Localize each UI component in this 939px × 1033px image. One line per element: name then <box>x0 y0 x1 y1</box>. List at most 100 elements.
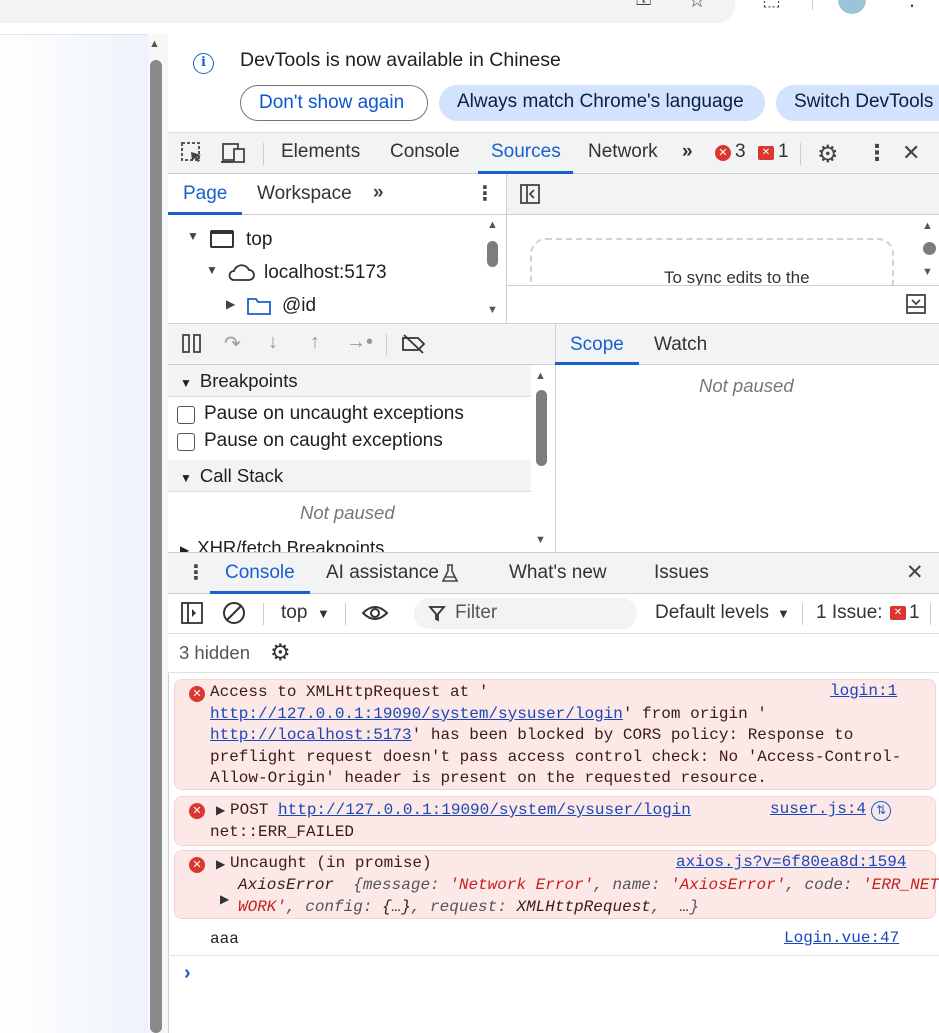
source-link[interactable]: login:1 <box>830 682 897 700</box>
error-count[interactable]: 3 <box>735 141 746 163</box>
frame-icon <box>210 230 234 248</box>
expand-arrow-icon[interactable]: ▶ <box>220 892 229 906</box>
device-toolbar-icon[interactable] <box>221 141 247 170</box>
collapse-arrow-icon[interactable]: ▶ <box>180 543 189 552</box>
tab-sources[interactable]: Sources <box>491 141 561 163</box>
issue-badge-icon[interactable]: ✕ <box>890 606 906 620</box>
step-out-icon[interactable]: ↑ <box>310 331 320 354</box>
navigator-menu-icon[interactable]: ⋮ <box>475 181 495 206</box>
console-prompt-input[interactable] <box>200 960 930 990</box>
drawer-tab-ai-assistance[interactable]: AI assistance <box>326 562 439 584</box>
expand-arrow-icon[interactable]: ▼ <box>180 376 192 390</box>
scroll-down-arrow-icon[interactable]: ▼ <box>487 304 498 316</box>
call-stack-title: Call Stack <box>199 465 284 486</box>
drawer-tab-whats-new[interactable]: What's new <box>509 562 607 584</box>
tree-item-top[interactable]: top <box>246 229 272 251</box>
xhr-section-header[interactable]: ▶ XHR/fetch Breakpoints <box>168 538 531 552</box>
tree-item-localhost[interactable]: localhost:5173 <box>264 262 387 284</box>
close-drawer-icon[interactable]: ✕ <box>906 560 924 585</box>
step-over-icon[interactable]: ↷ <box>224 331 241 356</box>
origin-url-link[interactable]: http://localhost:5173 <box>210 726 412 744</box>
expand-arrow-icon[interactable]: ▼ <box>180 471 192 485</box>
breakpoints-scrollbar-thumb[interactable] <box>536 390 547 466</box>
issue-count-icon[interactable]: ✕ <box>758 146 774 160</box>
tab-watch[interactable]: Watch <box>654 334 707 356</box>
tree-scrollbar-thumb[interactable] <box>487 241 498 267</box>
clear-console-icon[interactable] <box>222 601 246 630</box>
bookmark-star-icon[interactable]: ☆ <box>688 0 706 13</box>
scroll-up-arrow-icon[interactable]: ▲ <box>149 38 160 50</box>
levels-dropdown-icon[interactable]: ▼ <box>777 606 790 621</box>
console-settings-gear-icon[interactable]: ⚙ <box>270 639 291 666</box>
context-selector[interactable]: top <box>281 602 307 624</box>
scroll-up-arrow-icon[interactable]: ▲ <box>535 370 546 382</box>
pause-icon[interactable] <box>182 334 202 359</box>
expand-arrow-icon[interactable]: ▶ <box>216 857 225 871</box>
issues-label[interactable]: 1 Issue: <box>816 602 883 624</box>
drawer-tab-console[interactable]: Console <box>225 562 295 584</box>
tree-item-folder[interactable]: @id <box>282 295 316 317</box>
tab-network[interactable]: Network <box>588 141 658 163</box>
settings-gear-icon[interactable]: ⚙ <box>817 140 839 169</box>
deactivate-breakpoints-icon[interactable] <box>401 333 427 360</box>
source-link[interactable]: suser.js:4 <box>770 800 866 818</box>
source-link[interactable]: axios.js?v=6f80ea8d:1594 <box>676 853 906 871</box>
error-text: POST http://127.0.0.1:19090/system/sysus… <box>230 801 691 819</box>
error-object-preview: AxiosError {message: 'Network Error', na… <box>238 876 939 894</box>
switch-devtools-button[interactable]: Switch DevTools t <box>776 85 939 121</box>
tab-console[interactable]: Console <box>390 141 460 163</box>
step-icon[interactable]: →• <box>346 331 373 354</box>
tab-elements[interactable]: Elements <box>281 141 360 163</box>
error-count-icon[interactable]: ✕ <box>715 145 731 161</box>
toggle-debugger-sidebar-icon[interactable] <box>905 293 927 320</box>
scroll-down-arrow-icon[interactable]: ▼ <box>922 266 933 278</box>
address-bar[interactable] <box>0 0 735 23</box>
filter-input[interactable] <box>414 598 637 629</box>
expand-arrow-icon[interactable]: ▶ <box>216 803 225 817</box>
breakpoints-section-header[interactable]: ▼ Breakpoints <box>168 365 531 397</box>
dont-show-again-button[interactable]: Don't show again <box>240 85 428 121</box>
show-sidebar-icon[interactable] <box>180 601 204 630</box>
more-navigator-tabs-chevron-icon[interactable]: » <box>373 182 384 204</box>
scroll-up-arrow-icon[interactable]: ▲ <box>487 219 498 231</box>
more-tabs-chevron-icon[interactable]: » <box>682 141 693 163</box>
step-into-icon[interactable]: ↓ <box>268 331 278 354</box>
issue-count[interactable]: 1 <box>778 141 789 163</box>
request-url-link[interactable]: http://127.0.0.1:19090/system/sysuser/lo… <box>278 801 691 819</box>
expand-arrow-icon[interactable]: ▼ <box>206 263 218 277</box>
always-match-language-button[interactable]: Always match Chrome's language <box>439 85 765 121</box>
collapse-arrow-icon[interactable]: ▶ <box>226 297 235 311</box>
inspect-element-icon[interactable] <box>180 141 204 170</box>
key-icon[interactable]: ⚿ <box>636 0 651 11</box>
extensions-icon[interactable]: ⬚ <box>762 0 781 11</box>
pause-caught-checkbox[interactable] <box>177 433 195 451</box>
editor-scrollbar-thumb[interactable] <box>923 242 936 255</box>
network-request-icon[interactable]: ⇅ <box>871 801 891 821</box>
message-divider <box>168 955 939 956</box>
tab-page[interactable]: Page <box>183 183 227 205</box>
close-devtools-icon[interactable]: ✕ <box>902 140 920 166</box>
pause-uncaught-checkbox[interactable] <box>177 406 195 424</box>
tab-scope[interactable]: Scope <box>570 334 624 356</box>
call-stack-section-header[interactable]: ▼ Call Stack <box>168 460 531 492</box>
live-expression-eye-icon[interactable] <box>361 603 389 628</box>
tab-workspace[interactable]: Workspace <box>257 183 352 205</box>
issues-count[interactable]: 1 <box>909 602 920 624</box>
experiment-flask-icon <box>441 563 459 588</box>
page-scrollbar-thumb[interactable] <box>150 60 162 1033</box>
toggle-navigator-icon[interactable] <box>519 183 541 210</box>
context-dropdown-icon[interactable]: ▼ <box>317 606 330 621</box>
request-url-link[interactable]: http://127.0.0.1:19090/system/sysuser/lo… <box>210 705 623 723</box>
scroll-down-arrow-icon[interactable]: ▼ <box>535 534 546 546</box>
error-icon: ✕ <box>189 857 205 873</box>
customize-menu-icon[interactable]: ⋮ <box>866 140 888 166</box>
chrome-menu-icon[interactable]: ⋮ <box>902 0 922 11</box>
error-icon: ✕ <box>189 803 205 819</box>
toolbar-divider <box>802 603 803 625</box>
scroll-up-arrow-icon[interactable]: ▲ <box>922 220 933 232</box>
source-link[interactable]: Login.vue:47 <box>784 929 899 947</box>
log-levels-dropdown[interactable]: Default levels <box>655 602 769 624</box>
expand-arrow-icon[interactable]: ▼ <box>187 229 199 243</box>
drawer-menu-icon[interactable]: ⋮ <box>186 560 206 585</box>
drawer-tab-issues[interactable]: Issues <box>654 562 709 584</box>
